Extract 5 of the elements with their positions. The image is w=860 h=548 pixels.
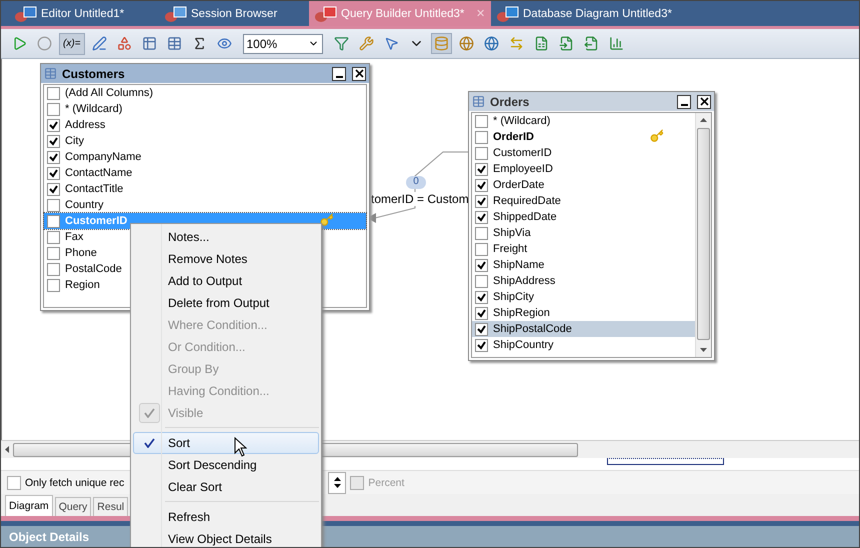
table-title: Customers — [62, 66, 125, 80]
table-title: Orders — [490, 94, 530, 108]
option-label: Only fetch unique rec — [25, 476, 124, 488]
join-label: tomerID = Custom — [371, 192, 469, 206]
option-label: Percent — [368, 476, 404, 488]
